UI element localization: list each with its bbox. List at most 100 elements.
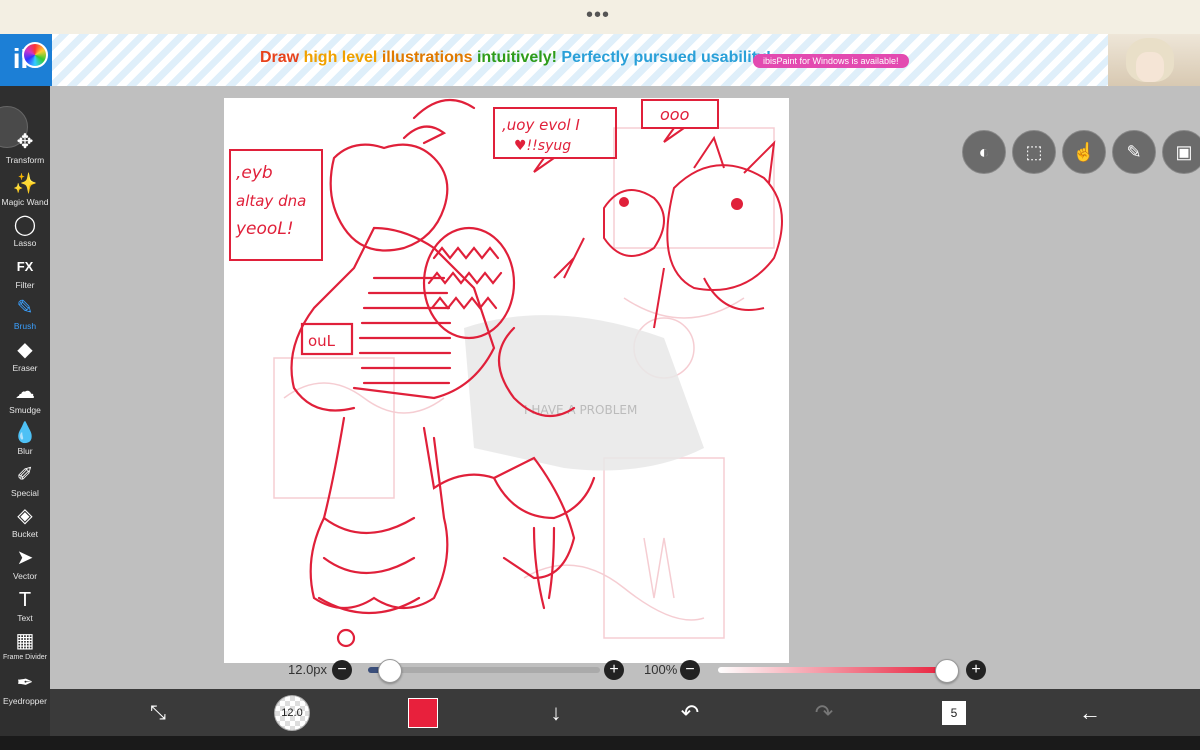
tool-sidebar: ✥ Transform ✨ Magic Wand ◯ Lasso FX Filter ✎ Brus… <box>0 86 50 736</box>
tool-label: Text <box>17 612 33 623</box>
tool-vector[interactable]: ➤ Vector <box>0 546 50 588</box>
tool-label: Magic Wand <box>1 196 49 207</box>
tool-eyedropper[interactable]: ✒ Eyedropper <box>0 671 50 713</box>
undo-icon: ↶ <box>680 700 700 725</box>
brush-size-knob[interactable] <box>377 659 402 683</box>
special-pen-icon: ✐ <box>16 463 34 486</box>
redo-button[interactable]: ↷ <box>808 697 840 729</box>
selection-dashed-icon: ⬚ <box>1025 142 1043 162</box>
banner-character-image <box>1108 34 1200 86</box>
undo-button[interactable]: ↶ <box>674 697 706 729</box>
blush-mark <box>619 197 629 207</box>
stabilizer-brush-button[interactable]: ✎ <box>1112 130 1156 174</box>
layer-count: 5 <box>950 706 958 720</box>
tool-transform[interactable]: ✥ Transform <box>0 130 50 172</box>
tool-magic-wand[interactable]: ✨ Magic Wand <box>0 172 50 214</box>
tool-frame-divider[interactable]: ▦ Frame Divider <box>0 629 50 671</box>
frame-divider-icon: ▦ <box>15 630 35 653</box>
brush-size-minus-button[interactable]: − <box>332 660 352 680</box>
tool-filter[interactable]: FX Filter <box>0 255 50 297</box>
opacity-value: 100% <box>644 662 678 677</box>
window-menu-dots[interactable]: ••• <box>586 4 610 27</box>
brush-size-preview-button[interactable]: 12.0 <box>274 695 310 731</box>
move-icon: ✥ <box>16 131 34 153</box>
tool-bucket[interactable]: ◈ Bucket <box>0 504 50 546</box>
down-arrow-icon: ↓ <box>550 700 562 725</box>
tool-label: Filter <box>15 279 35 290</box>
ibispaint-logo: iP <box>0 34 52 86</box>
badge-text: ouL <box>308 332 336 350</box>
brush-size-plus-button[interactable]: + <box>604 660 624 680</box>
bubble-left-line-3: yeooL! <box>235 219 294 239</box>
lasso-icon: ◯ <box>13 214 37 237</box>
reference-image-button[interactable]: ▣ <box>1162 130 1200 174</box>
red-nose <box>731 198 743 210</box>
layers-button[interactable]: 5 <box>942 701 966 725</box>
eraser-icon: ◆ <box>17 339 33 361</box>
import-down-button[interactable]: ↓ <box>540 697 572 729</box>
toggle-icon: ◐ <box>978 142 990 162</box>
tool-blur[interactable]: 💧 Blur <box>0 421 50 463</box>
tool-label: Eyedropper <box>3 695 47 706</box>
banner-slogan: Draw high level illustrations intuitivel… <box>260 49 771 67</box>
slogan-part-4: intuitively! <box>476 49 562 66</box>
finger-tap-icon: ☝ <box>1072 142 1096 162</box>
tool-label: Transform <box>5 155 45 165</box>
ghost-shirt-shape <box>464 315 704 471</box>
bubble-mid-line-1: ,uoy evol I <box>502 116 580 134</box>
opacity-plus-button[interactable]: + <box>966 660 986 680</box>
tool-label: Blur <box>17 446 33 457</box>
workspace[interactable]: I HAVE A PROBLEM ,eyb altay dna yeooL! ,… <box>50 86 1200 689</box>
brush-size-track[interactable] <box>368 659 600 683</box>
text-icon: T <box>18 588 32 611</box>
back-button[interactable]: ← <box>1074 697 1106 729</box>
tool-eraser[interactable]: ◆ Eraser <box>0 338 50 380</box>
brush-size-value: 12.0px <box>288 662 328 677</box>
windows-available-pill[interactable]: ibisPaint for Windows is available! <box>753 54 909 68</box>
bubble-left-line-1: ,eyb <box>236 163 273 183</box>
opacity-track[interactable] <box>718 659 959 683</box>
tool-smudge[interactable]: ☁ Smudge <box>0 380 50 422</box>
slogan-part-1: Draw <box>260 49 304 66</box>
artwork: I HAVE A PROBLEM ,eyb altay dna yeooL! ,… <box>229 98 783 648</box>
bubble-right-text: ooo <box>660 105 690 124</box>
bubble-mid-line-2: ♥!!syug <box>514 138 571 154</box>
toggle-switch-button[interactable]: ◐ <box>962 130 1006 174</box>
brush-size-badge: 12.0 <box>281 707 303 719</box>
system-top-bar: ••• <box>0 0 1200 34</box>
bucket-icon: ◈ <box>17 505 33 528</box>
fx-icon: FX <box>16 258 34 274</box>
tool-label: Eraser <box>12 363 38 373</box>
tool-label: Lasso <box>13 238 37 249</box>
brush-size-slider[interactable]: 12.0px − + <box>286 658 626 683</box>
tool-brush[interactable]: ✎ Brush <box>0 296 50 338</box>
blur-icon: 💧 <box>12 422 38 445</box>
ad-banner[interactable]: iP Draw high level illustrations intuiti… <box>0 34 1200 87</box>
opacity-knob[interactable] <box>935 659 959 683</box>
back-arrow-icon: ← <box>1079 700 1101 725</box>
side-characters <box>553 135 783 329</box>
tool-lasso[interactable]: ◯ Lasso <box>0 213 50 255</box>
transform-swap-button[interactable]: ⤡ <box>142 697 174 729</box>
opacity-slider[interactable]: 100% − + <box>644 658 990 683</box>
slogan-part-2: high level <box>303 49 382 66</box>
picture-icon: ▣ <box>1175 142 1193 162</box>
opacity-minus-button[interactable]: − <box>680 660 700 680</box>
bubble-left-line-2: altay dna <box>236 192 306 210</box>
vector-cursor-icon: ➤ <box>16 547 34 569</box>
eyedropper-icon: ✒ <box>16 671 34 694</box>
speech-bubbles <box>229 99 719 261</box>
rotate-arrows-icon: ⤡ <box>150 702 166 724</box>
system-nav-bar <box>0 736 1200 750</box>
touch-gesture-button[interactable]: ☝ <box>1062 130 1106 174</box>
drawing-canvas[interactable]: I HAVE A PROBLEM ,eyb altay dna yeooL! ,… <box>224 98 789 663</box>
color-wheel-icon <box>22 42 48 68</box>
pencil-icon: ✎ <box>1126 142 1142 162</box>
tool-special[interactable]: ✐ Special <box>0 463 50 505</box>
tool-text[interactable]: T Text <box>0 588 50 630</box>
tool-label: Brush <box>13 321 37 332</box>
tool-label: Special <box>11 487 39 498</box>
selection-button[interactable]: ⬚ <box>1012 130 1056 174</box>
smudge-icon: ☁ <box>15 380 35 403</box>
current-color-swatch[interactable] <box>408 698 438 728</box>
